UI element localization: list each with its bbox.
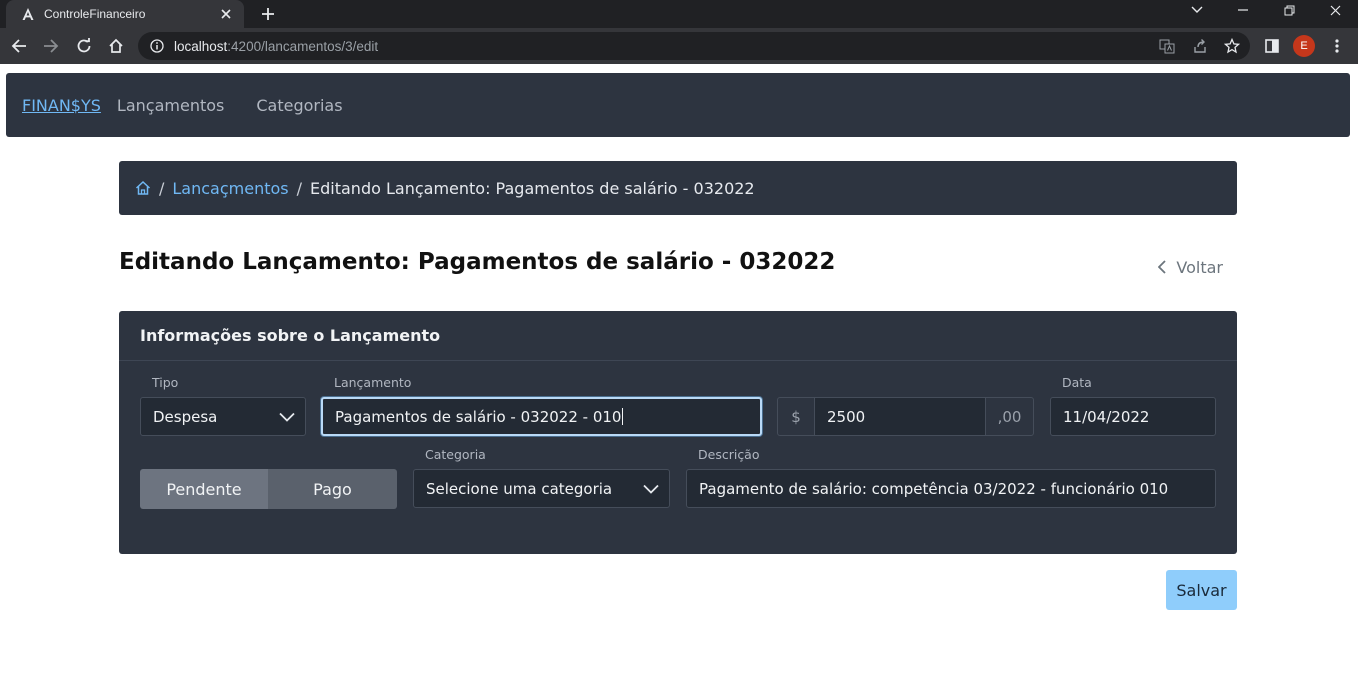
browser-menu-icon[interactable] — [1324, 34, 1350, 58]
status-pago-button[interactable]: Pago — [268, 469, 397, 509]
categoria-select[interactable]: Selecione uma categoria — [413, 469, 670, 508]
breadcrumb-link-lancamentos[interactable]: Lancaçmentos — [172, 179, 288, 198]
tipo-select[interactable]: Despesa — [140, 397, 306, 436]
lancamento-name-input[interactable]: Pagamentos de salário - 032022 - 010 — [321, 397, 762, 436]
browser-tab[interactable]: ControleFinanceiro — [6, 0, 244, 28]
home-browser-icon[interactable] — [103, 34, 129, 58]
translate-icon[interactable] — [1158, 37, 1176, 55]
back-arrow-icon[interactable] — [6, 34, 32, 58]
data-label: Data — [1062, 375, 1092, 390]
data-input-value: 11/04/2022 — [1063, 407, 1150, 426]
minimize-icon[interactable] — [1220, 0, 1266, 20]
breadcrumb: / Lancaçmentos / Editando Lançamento: Pa… — [119, 161, 1237, 215]
valor-input-value: 2500 — [827, 407, 866, 426]
lancamento-input-value: Pagamentos de salário - 032022 - 010 — [335, 407, 622, 426]
forward-arrow-icon[interactable] — [38, 34, 64, 58]
breadcrumb-current: Editando Lançamento: Pagamentos de salár… — [310, 178, 755, 198]
tipo-label: Tipo — [152, 375, 179, 390]
home-icon[interactable] — [135, 180, 151, 196]
cents-suffix: ,00 — [985, 397, 1034, 436]
brand-logo-link[interactable]: FINAN$YS — [22, 96, 101, 115]
tab-search-icon[interactable] — [1174, 0, 1220, 20]
status-pendente-button[interactable]: Pendente — [140, 469, 268, 509]
back-button-label: Voltar — [1176, 257, 1223, 277]
close-tab-icon[interactable] — [218, 6, 234, 22]
close-window-icon[interactable] — [1312, 0, 1358, 20]
categoria-label: Categoria — [425, 447, 486, 462]
card-title: Informações sobre o Lançamento — [119, 311, 1237, 361]
categoria-select-value: Selecione uma categoria — [426, 479, 613, 498]
breadcrumb-separator: / — [159, 178, 165, 198]
nav-link-categorias[interactable]: Categorias — [256, 96, 342, 115]
side-panel-icon[interactable] — [1259, 34, 1285, 58]
profile-avatar[interactable]: E — [1293, 35, 1315, 57]
breadcrumb-separator: / — [296, 178, 303, 198]
lancamento-label: Lançamento — [334, 375, 412, 390]
back-button[interactable]: Voltar — [1150, 255, 1237, 279]
entry-form-card: Informações sobre o Lançamento Tipo Desp… — [119, 311, 1237, 554]
save-button[interactable]: Salvar — [1166, 570, 1237, 610]
text-cursor — [622, 408, 624, 425]
share-icon[interactable] — [1191, 37, 1209, 55]
page-title: Editando Lançamento: Pagamentos de salár… — [119, 249, 836, 275]
url-text: localhost:4200/lancamentos/3/edit — [174, 38, 379, 54]
descricao-input-value: Pagamento de salário: competência 03/202… — [699, 479, 1169, 498]
app-navbar: FINAN$YS Lançamentos Categorias — [6, 73, 1350, 137]
browser-tab-strip: ControleFinanceiro — [0, 0, 1358, 28]
tipo-select-value: Despesa — [153, 407, 218, 426]
angular-favicon-icon — [20, 6, 36, 22]
bookmark-star-icon[interactable] — [1223, 37, 1241, 55]
descricao-label: Descrição — [698, 447, 760, 462]
site-info-icon[interactable] — [150, 39, 164, 53]
new-tab-icon[interactable] — [256, 2, 280, 26]
address-bar[interactable]: localhost:4200/lancamentos/3/edit — [138, 32, 1250, 60]
descricao-input[interactable]: Pagamento de salário: competência 03/202… — [686, 469, 1216, 508]
reload-icon[interactable] — [71, 34, 97, 58]
chevron-down-icon — [643, 484, 659, 494]
currency-prefix: $ — [777, 397, 815, 436]
restore-icon[interactable] — [1266, 0, 1312, 20]
chevron-left-icon — [1158, 260, 1167, 274]
tab-title: ControleFinanceiro — [44, 7, 146, 21]
valor-input[interactable]: 2500 — [814, 397, 986, 436]
data-input[interactable]: 11/04/2022 — [1050, 397, 1216, 436]
nav-link-lancamentos[interactable]: Lançamentos — [117, 96, 224, 115]
chevron-down-icon — [279, 412, 295, 422]
